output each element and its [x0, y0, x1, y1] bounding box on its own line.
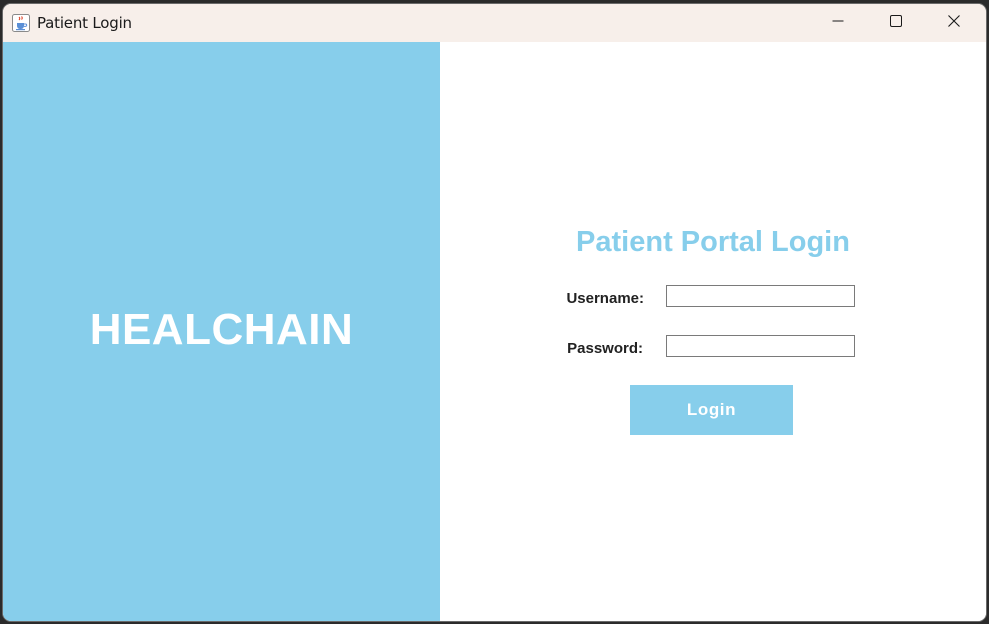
close-button[interactable] [925, 4, 983, 42]
java-cup-icon [12, 14, 30, 32]
username-input[interactable] [666, 285, 855, 307]
app-window: Patient Login HEALCHAIN Patient Portal L… [3, 4, 986, 621]
brand-panel: HEALCHAIN [3, 42, 440, 621]
login-button[interactable]: Login [630, 385, 793, 435]
window-title: Patient Login [37, 14, 132, 32]
brand-name: HEALCHAIN [89, 305, 354, 354]
password-input[interactable] [666, 335, 855, 357]
maximize-button[interactable] [867, 4, 925, 42]
password-label: Password: [567, 340, 643, 357]
login-title: Patient Portal Login [576, 226, 850, 258]
close-icon [948, 14, 960, 32]
minimize-button[interactable] [809, 4, 867, 42]
login-panel: Patient Portal Login Username: Password:… [440, 42, 986, 621]
minimize-icon [832, 14, 844, 32]
maximize-icon [890, 14, 902, 32]
username-label: Username: [566, 290, 644, 307]
title-bar[interactable]: Patient Login [3, 4, 986, 42]
